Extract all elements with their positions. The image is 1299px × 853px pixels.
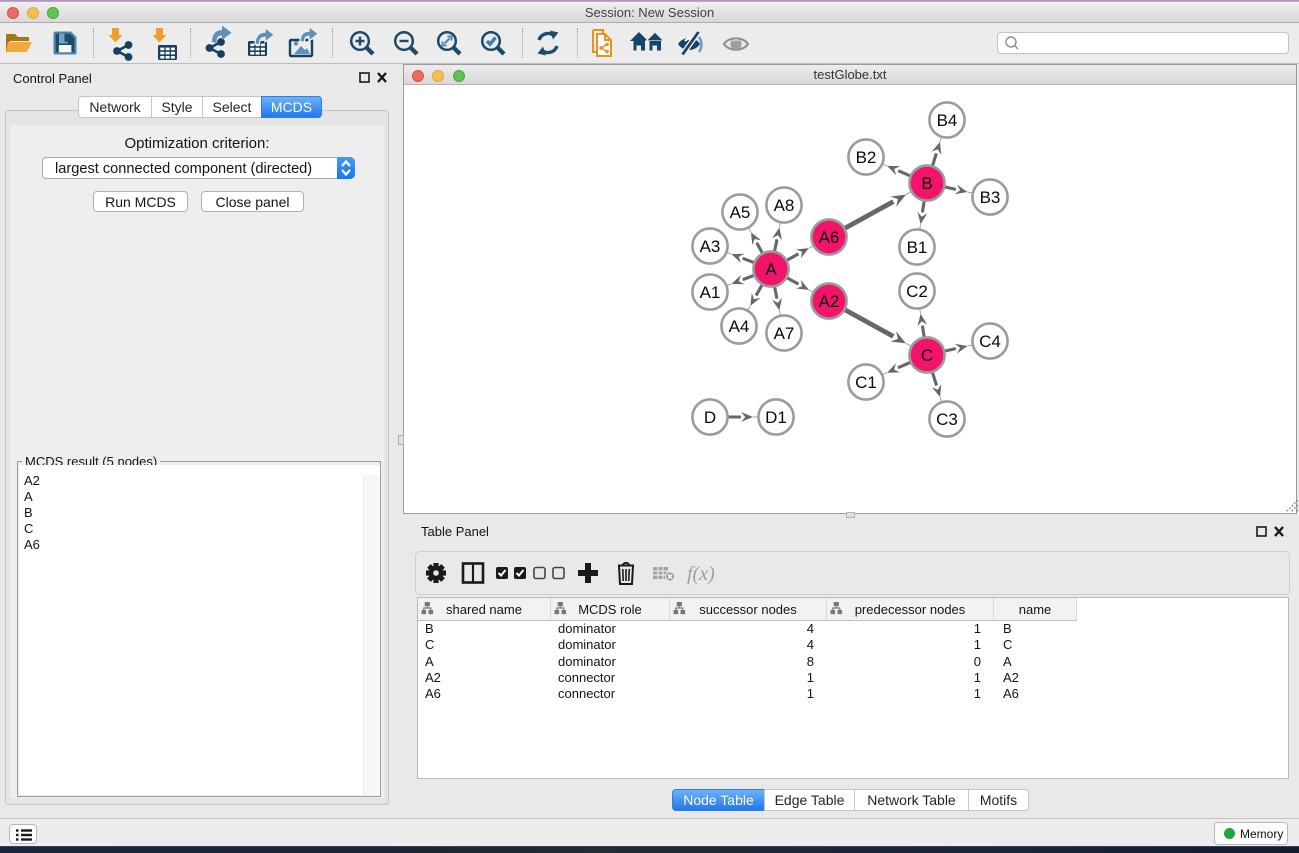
svg-text:A6: A6 — [819, 228, 840, 247]
svg-text:B2: B2 — [856, 148, 877, 167]
svg-text:A1: A1 — [700, 283, 721, 302]
svg-text:C3: C3 — [936, 410, 958, 429]
svg-text:A7: A7 — [774, 324, 795, 343]
svg-text:A3: A3 — [700, 237, 721, 256]
svg-text:A4: A4 — [729, 317, 750, 336]
svg-text:C: C — [921, 346, 933, 365]
svg-text:B4: B4 — [937, 111, 958, 130]
svg-text:A2: A2 — [819, 292, 840, 311]
svg-text:D1: D1 — [765, 408, 787, 427]
svg-text:B3: B3 — [980, 188, 1001, 207]
svg-text:A: A — [765, 260, 777, 279]
svg-text:C1: C1 — [855, 373, 877, 392]
svg-text:A5: A5 — [730, 203, 751, 222]
svg-text:A8: A8 — [774, 196, 795, 215]
svg-text:f(x): f(x) — [687, 563, 715, 585]
svg-text:C2: C2 — [906, 282, 928, 301]
svg-text:C4: C4 — [979, 332, 1001, 351]
svg-text:D: D — [704, 408, 716, 427]
svg-text:B1: B1 — [907, 238, 928, 257]
svg-text:B: B — [921, 174, 932, 193]
